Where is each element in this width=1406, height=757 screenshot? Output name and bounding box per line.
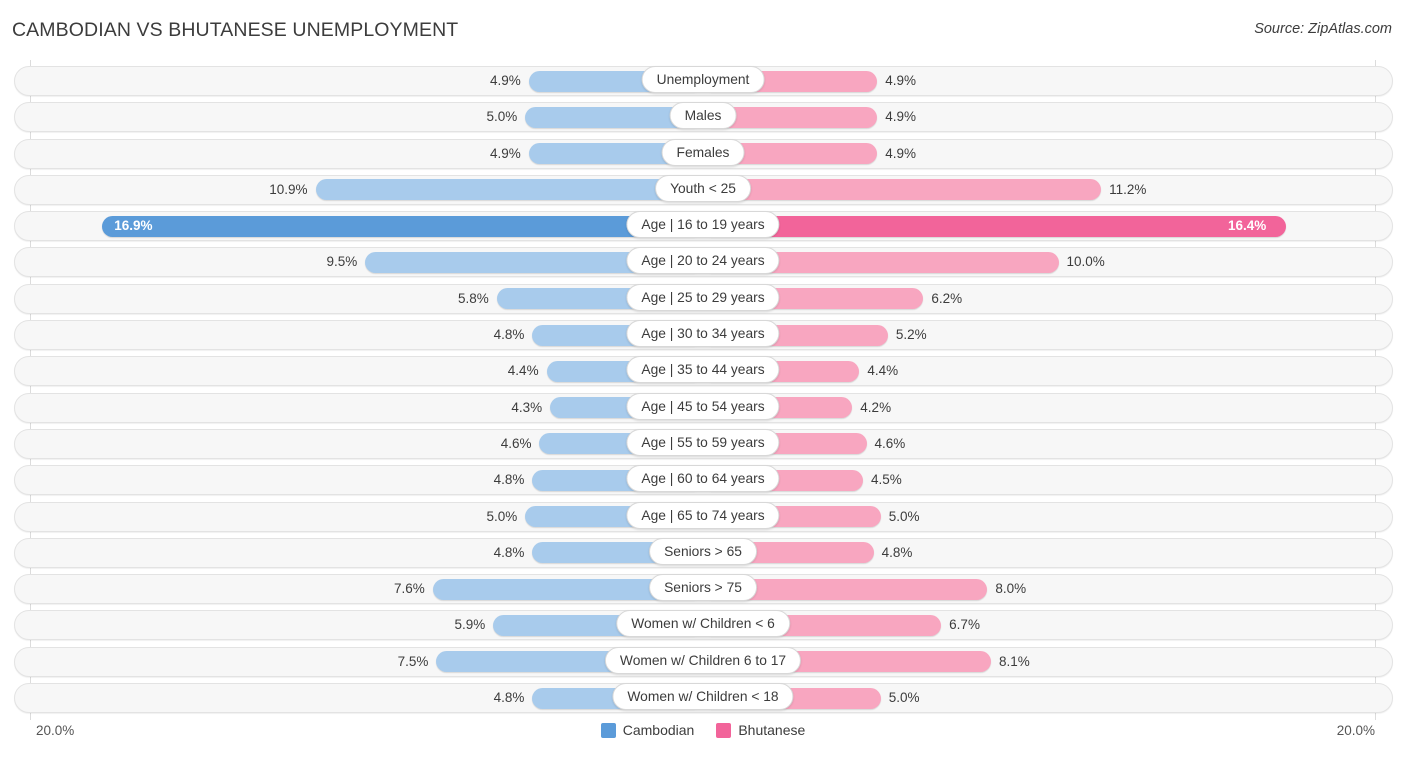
- bar-value-left: 16.9%: [114, 218, 153, 234]
- bar-value-right: 4.9%: [885, 145, 916, 161]
- bar-row: 4.8% 5.2% Age | 30 to 34 years: [0, 317, 1406, 353]
- row-category-label: Women w/ Children < 18: [612, 683, 794, 711]
- chart-header: CAMBODIAN VS BHUTANESE UNEMPLOYMENT Sour…: [0, 0, 1406, 60]
- bar-value-left: 7.6%: [394, 581, 425, 597]
- bar-value-right: 5.2%: [895, 327, 927, 343]
- bar-row: 4.6% 4.6% Age | 55 to 59 years: [0, 426, 1406, 462]
- bar-value-left: 5.9%: [454, 617, 486, 633]
- bar-row: 4.3% 4.2% Age | 45 to 54 years: [0, 390, 1406, 426]
- bar-rows-container: 4.9% 4.9% Unemployment 5.0% 4.9% Males 4.9% 4.9…: [0, 63, 1406, 716]
- row-category-label: Males: [669, 102, 737, 130]
- bar-value-right: 10.0%: [1066, 254, 1105, 270]
- bar-row: 4.4% 4.4% Age | 35 to 44 years: [0, 353, 1406, 389]
- bar-row: 16.9% 16.4% Age | 16 to 19 years: [0, 208, 1406, 244]
- bar-value-right: 4.9%: [885, 109, 916, 125]
- row-category-label: Age | 35 to 44 years: [626, 356, 780, 384]
- row-category-label: Age | 25 to 29 years: [626, 283, 780, 311]
- bar-value-right: 8.0%: [995, 581, 1027, 597]
- legend-swatch-icon: [716, 722, 732, 738]
- bar-row: 7.6% 8.0% Seniors > 75: [0, 571, 1406, 607]
- legend-label: Bhutanese: [738, 722, 806, 738]
- row-category-label: Age | 30 to 34 years: [626, 320, 780, 348]
- page-title: CAMBODIAN VS BHUTANESE UNEMPLOYMENT: [12, 19, 459, 41]
- bar-right-bhutanese: [703, 179, 1102, 201]
- bar-value-left: 4.8%: [493, 544, 525, 560]
- bar-row: 4.9% 4.9% Unemployment: [0, 63, 1406, 99]
- row-category-label: Age | 55 to 59 years: [626, 428, 780, 456]
- bar-value-right: 4.9%: [885, 73, 916, 88]
- bar-row: 9.5% 10.0% Age | 20 to 24 years: [0, 244, 1406, 280]
- row-category-label: Seniors > 75: [649, 574, 757, 602]
- bar-value-left: 4.9%: [490, 145, 521, 161]
- bar-value-left: 7.5%: [397, 653, 429, 669]
- bar-value-left: 5.0%: [486, 109, 518, 125]
- row-category-label: Age | 45 to 54 years: [626, 392, 780, 420]
- row-category-label: Women w/ Children < 6: [616, 610, 790, 638]
- bar-value-right: 6.7%: [949, 617, 980, 633]
- legend-item[interactable]: Bhutanese: [716, 722, 805, 738]
- row-category-label: Women w/ Children 6 to 17: [604, 646, 802, 674]
- legend-item[interactable]: Cambodian: [600, 722, 695, 738]
- bar-row: 4.8% 4.8% Seniors > 65: [0, 535, 1406, 571]
- bar-value-left: 4.4%: [507, 363, 539, 379]
- bar-value-right: 4.5%: [870, 472, 902, 488]
- bar-value-left: 4.3%: [511, 399, 543, 415]
- chart-plot-area: 4.9% 4.9% Unemployment 5.0% 4.9% Males 4.9% 4.9…: [0, 60, 1406, 720]
- legend-swatch-icon: [600, 722, 616, 738]
- bar-value-left: 4.8%: [493, 327, 525, 343]
- bar-value-left: 9.5%: [326, 254, 358, 270]
- row-category-label: Age | 16 to 19 years: [626, 211, 780, 239]
- bar-value-right: 4.4%: [867, 363, 899, 379]
- bar-value-right: 8.1%: [998, 653, 1030, 669]
- row-category-label: Females: [661, 138, 745, 166]
- bar-value-left: 4.8%: [493, 690, 525, 706]
- bar-value-right: 4.8%: [881, 544, 913, 560]
- bar-value-right: 4.6%: [874, 435, 906, 451]
- bar-left-cambodian: [102, 215, 703, 237]
- legend-label: Cambodian: [622, 722, 695, 738]
- row-category-label: Age | 20 to 24 years: [626, 247, 780, 275]
- bar-row: 5.0% 5.0% Age | 65 to 74 years: [0, 499, 1406, 535]
- row-category-label: Age | 65 to 74 years: [626, 501, 780, 529]
- bar-row: 5.9% 6.7% Women w/ Children < 6: [0, 607, 1406, 643]
- bar-row: 5.0% 4.9% Males: [0, 99, 1406, 135]
- bar-value-right: 16.4%: [1228, 218, 1267, 234]
- bar-value-left: 4.9%: [490, 73, 521, 88]
- bar-value-right: 6.2%: [931, 290, 963, 306]
- bar-right-bhutanese: [703, 215, 1287, 237]
- bar-row: 4.8% 4.5% Age | 60 to 64 years: [0, 462, 1406, 498]
- chart-footer: 20.0% 20.0% Cambodian Bhutanese: [0, 718, 1406, 757]
- row-category-label: Age | 60 to 64 years: [626, 465, 780, 493]
- chart-legend: Cambodian Bhutanese: [0, 722, 1406, 738]
- bar-value-left: 5.0%: [486, 508, 518, 524]
- bar-row: 10.9% 11.2% Youth < 25: [0, 172, 1406, 208]
- bar-value-left: 10.9%: [269, 181, 308, 197]
- bar-row: 5.8% 6.2% Age | 25 to 29 years: [0, 281, 1406, 317]
- bar-value-left: 5.8%: [458, 290, 489, 306]
- bar-value-right: 11.2%: [1109, 181, 1147, 197]
- row-category-label: Seniors > 65: [649, 537, 757, 565]
- bar-value-left: 4.6%: [500, 435, 532, 451]
- bar-value-right: 4.2%: [860, 399, 892, 415]
- bar-value-right: 5.0%: [888, 508, 920, 524]
- bar-value-left: 4.8%: [493, 472, 525, 488]
- bar-row: 4.8% 5.0% Women w/ Children < 18: [0, 680, 1406, 716]
- bar-left-cambodian: [315, 179, 703, 201]
- row-category-label: Unemployment: [641, 66, 765, 93]
- bar-row: 4.9% 4.9% Females: [0, 136, 1406, 172]
- source-attribution: Source: ZipAtlas.com: [1254, 21, 1392, 37]
- bar-row: 7.5% 8.1% Women w/ Children 6 to 17: [0, 644, 1406, 680]
- bar-value-right: 5.0%: [888, 690, 920, 706]
- row-category-label: Youth < 25: [655, 174, 751, 202]
- chart-page: CAMBODIAN VS BHUTANESE UNEMPLOYMENT Sour…: [0, 0, 1406, 757]
